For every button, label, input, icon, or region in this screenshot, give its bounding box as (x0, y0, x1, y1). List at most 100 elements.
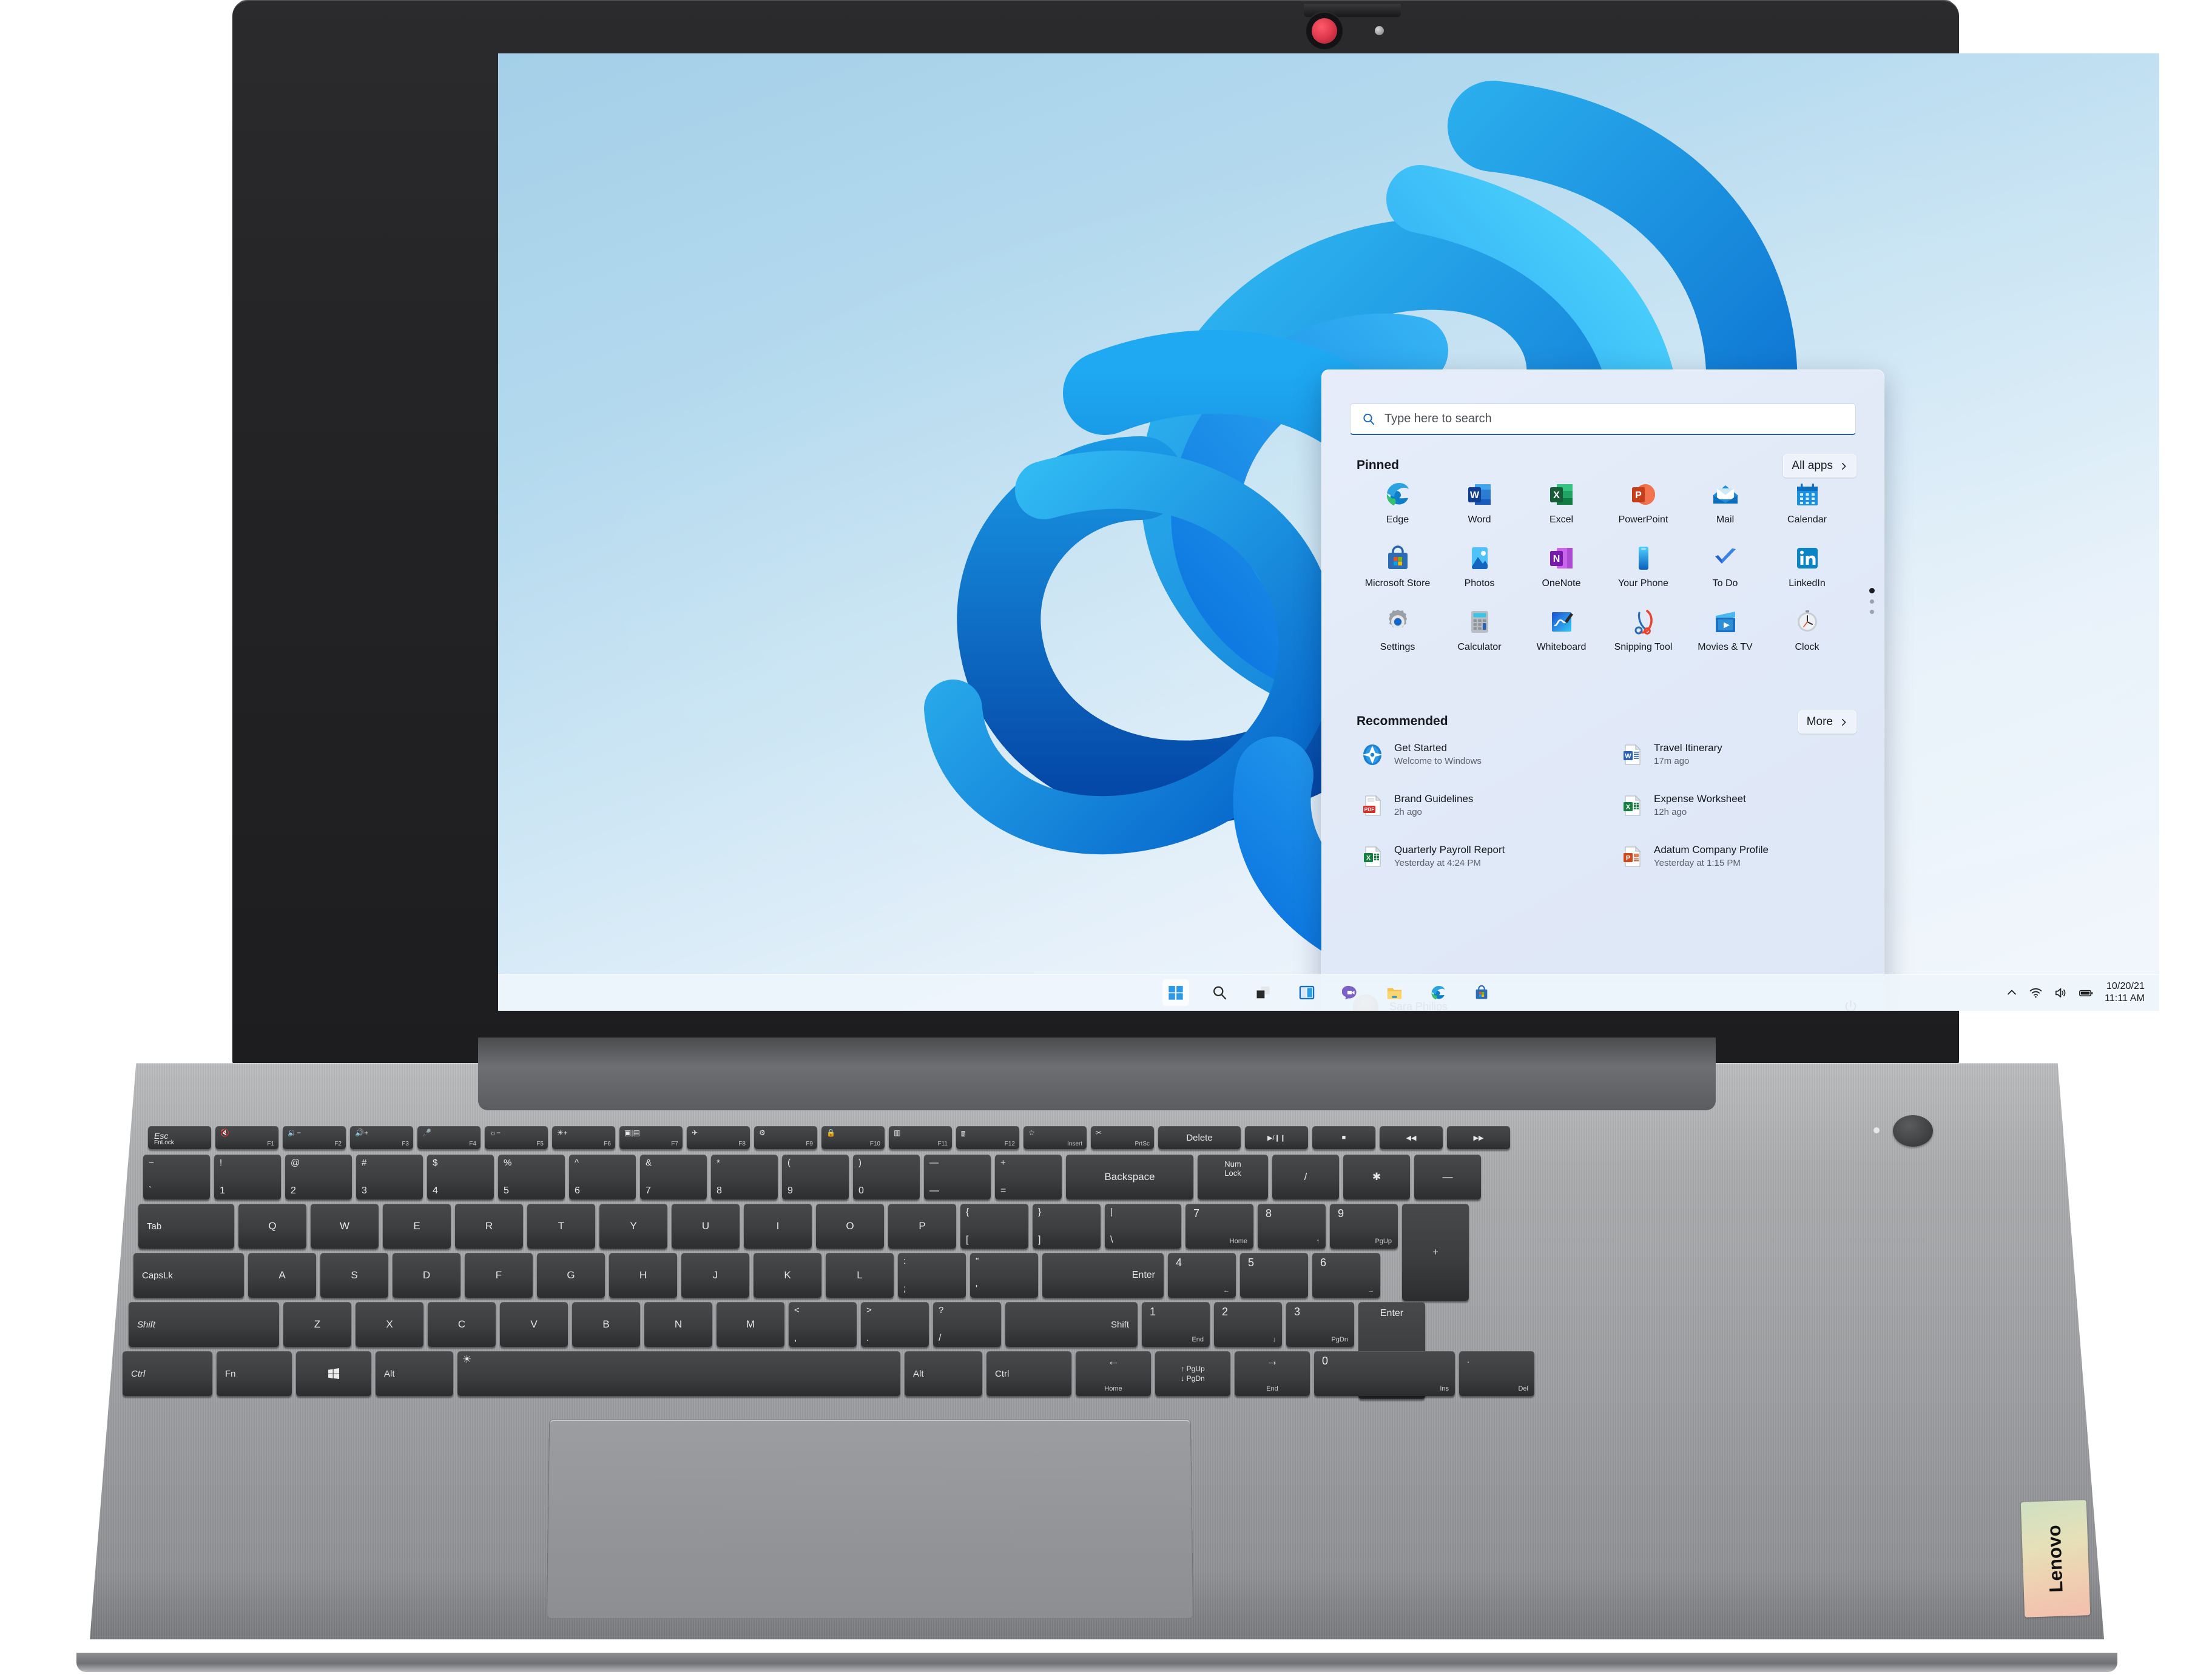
key-v[interactable]: V (500, 1302, 568, 1347)
key-caps-lock[interactable]: CapsLk (133, 1253, 244, 1298)
key-stop[interactable]: ■ (1312, 1126, 1375, 1149)
taskbar-chat-button[interactable] (1337, 979, 1364, 1006)
key-prtsc-snip[interactable]: ✂ PrtSc (1091, 1126, 1154, 1149)
key-5[interactable]: % 5 (498, 1155, 565, 1199)
key-quote[interactable]: " ' (970, 1253, 1038, 1298)
recommended-item-get-started[interactable]: Get Started Welcome to Windows (1357, 736, 1590, 774)
key-f5-brightness-down[interactable]: ☼− F5 (485, 1126, 548, 1149)
key-r[interactable]: R (455, 1204, 523, 1249)
key-slash[interactable]: ? / (933, 1302, 1001, 1347)
key-f12-calculator[interactable]: 🖩 F12 (956, 1126, 1019, 1149)
pinned-app-microsoft-store[interactable]: Microsoft Store (1357, 540, 1438, 589)
key-numpad-4[interactable]: 4 ← (1168, 1253, 1236, 1298)
key-f2-volume-down[interactable]: 🔉− F2 (283, 1126, 346, 1149)
key-alt-right[interactable]: Alt (905, 1351, 982, 1396)
key-h[interactable]: H (609, 1253, 677, 1298)
key-f4-mic-mute[interactable]: 🎤 F4 (417, 1126, 481, 1149)
more-button[interactable]: More (1798, 710, 1856, 734)
pinned-app-word[interactable]: W Word (1438, 476, 1520, 525)
recommended-item-adatum-company-profile[interactable]: P Adatum Company Profile Yesterday at 1:… (1616, 838, 1849, 875)
key-equals[interactable]: + = (995, 1155, 1062, 1199)
taskbar-search-button[interactable] (1206, 979, 1233, 1006)
key-shift-left[interactable]: Shift (129, 1302, 279, 1347)
key-1[interactable]: ! 1 (214, 1155, 281, 1199)
key-esc[interactable]: Esc FnLock (148, 1126, 211, 1149)
pinned-app-powerpoint[interactable]: P PowerPoint (1602, 476, 1684, 525)
key-semicolon[interactable]: :; (898, 1253, 966, 1298)
key-numpad-0[interactable]: 0 Ins (1314, 1351, 1455, 1396)
key-7[interactable]: & 7 (640, 1155, 707, 1199)
key-ctrl-left[interactable]: Ctrl (123, 1351, 212, 1396)
pinned-app-movies-tv[interactable]: Movies & TV (1684, 604, 1766, 653)
key-i[interactable]: I (744, 1204, 812, 1249)
key-minus[interactable]: — — (924, 1155, 991, 1199)
key-windows[interactable] (296, 1351, 371, 1396)
key-g[interactable]: G (537, 1253, 605, 1298)
key-f7-display-switch[interactable]: ▣|▤ F7 (619, 1126, 683, 1149)
key-t[interactable]: T (527, 1204, 595, 1249)
key-q[interactable]: Q (238, 1204, 306, 1249)
key-f6-brightness-up[interactable]: ☀+ F6 (552, 1126, 615, 1149)
key-bracket-right[interactable]: }] (1033, 1204, 1101, 1249)
recommended-item-brand-guidelines[interactable]: PDF Brand Guidelines 2h ago (1357, 787, 1590, 825)
page-dot-1[interactable] (1869, 588, 1875, 593)
key-bracket-left[interactable]: {[ (960, 1204, 1028, 1249)
key-enter[interactable]: Enter (1042, 1253, 1164, 1298)
key-play-pause[interactable]: ▶/❙❙ (1245, 1126, 1308, 1149)
key-8[interactable]: * 8 (711, 1155, 778, 1199)
show-hidden-icons-button[interactable] (2006, 987, 2018, 999)
key-insert-favorites[interactable]: ☆ Insert (1023, 1126, 1087, 1149)
touchpad[interactable] (546, 1419, 1194, 1619)
key-tab[interactable]: Tab (138, 1204, 234, 1249)
key-numpad-decimal[interactable]: . Del (1459, 1351, 1534, 1396)
key-0[interactable]: ) 0 (853, 1155, 920, 1199)
key-s[interactable]: S (320, 1253, 388, 1298)
pinned-app-excel[interactable]: X Excel (1520, 476, 1602, 525)
key-b[interactable]: B (572, 1302, 640, 1347)
pinned-app-settings[interactable]: Settings (1357, 604, 1438, 653)
taskbar-store-button[interactable] (1468, 979, 1495, 1006)
key-shift-right[interactable]: Shift (1005, 1302, 1138, 1347)
key-k[interactable]: K (754, 1253, 821, 1298)
pinned-app-onenote[interactable]: N OneNote (1520, 540, 1602, 589)
key-arrow-left[interactable]: ← Home (1076, 1351, 1151, 1396)
taskbar-file-explorer-button[interactable] (1381, 979, 1408, 1006)
key-a[interactable]: A (248, 1253, 316, 1298)
key-numpad-5[interactable]: 5 (1240, 1253, 1308, 1298)
key-m[interactable]: M (717, 1302, 784, 1347)
key-e[interactable]: E (383, 1204, 451, 1249)
key-f11-task-view[interactable]: ▥ F11 (889, 1126, 952, 1149)
key-z[interactable]: Z (283, 1302, 351, 1347)
key-numpad-6[interactable]: 6 → (1312, 1253, 1380, 1298)
key-numpad-3[interactable]: 3 PgDn (1286, 1302, 1354, 1347)
key-w[interactable]: W (311, 1204, 379, 1249)
key-f[interactable]: F (465, 1253, 533, 1298)
key-numpad-1[interactable]: 1 End (1142, 1302, 1210, 1347)
clock-button[interactable]: 10/20/21 11:11 AM (2105, 980, 2145, 1004)
taskbar-task-view-button[interactable] (1250, 979, 1276, 1006)
pinned-app-mail[interactable]: Mail (1684, 476, 1766, 525)
pinned-page-indicator[interactable] (1869, 588, 1875, 614)
key-arrow-up-down[interactable]: ↑ PgUp ↓ PgDn (1155, 1351, 1230, 1396)
pinned-app-edge[interactable]: Edge (1357, 476, 1438, 525)
key-3[interactable]: #3 (356, 1155, 423, 1199)
pinned-app-to-do[interactable]: To Do (1684, 540, 1766, 589)
key-numpad-multiply[interactable]: ✱ (1343, 1155, 1410, 1199)
wifi-icon[interactable] (2029, 986, 2043, 1000)
key-numpad-subtract[interactable]: — (1414, 1155, 1481, 1199)
start-button[interactable] (1162, 979, 1189, 1006)
key-previous-track[interactable]: ◀◀ (1380, 1126, 1443, 1149)
key-num-lock[interactable]: Num Lock (1198, 1155, 1268, 1199)
recommended-item-quarterly-payroll-report[interactable]: X Quarterly Payroll Report Yesterday at … (1357, 838, 1590, 875)
key-9[interactable]: (9 (782, 1155, 849, 1199)
page-dot-2[interactable] (1870, 599, 1874, 604)
key-d[interactable]: D (393, 1253, 460, 1298)
all-apps-button[interactable]: All apps (1783, 454, 1856, 477)
key-numpad-add[interactable]: + (1402, 1204, 1469, 1301)
key-l[interactable]: L (826, 1253, 894, 1298)
recommended-item-expense-worksheet[interactable]: X Expense Worksheet 12h ago (1616, 787, 1849, 825)
key-alt-left[interactable]: Alt (376, 1351, 453, 1396)
key-next-track[interactable]: ▶▶ (1447, 1126, 1510, 1149)
key-ctrl-right[interactable]: Ctrl (986, 1351, 1071, 1396)
volume-icon[interactable] (2054, 986, 2068, 1000)
